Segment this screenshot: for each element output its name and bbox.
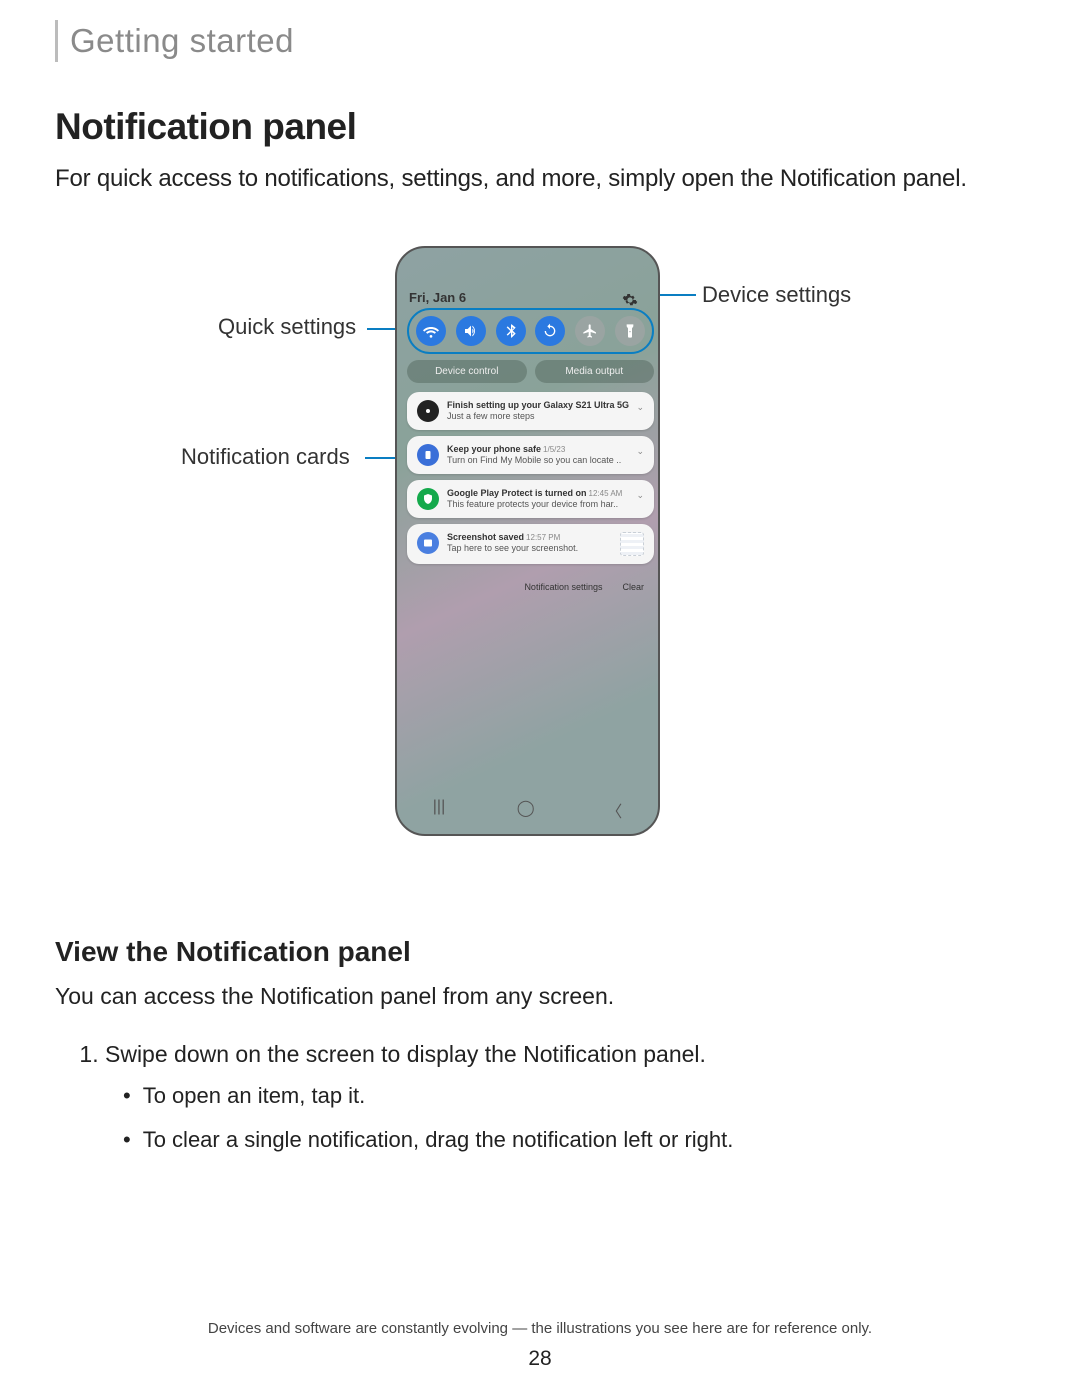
card-title: Google Play Protect is turned on [447, 488, 587, 498]
intro-paragraph: For quick access to notifications, setti… [55, 162, 1025, 196]
sound-icon[interactable] [456, 316, 486, 346]
card-subtitle: This feature protects your device from h… [447, 499, 644, 509]
clear-link[interactable]: Clear [622, 582, 644, 592]
card-title: Finish setting up your Galaxy S21 Ultra … [447, 400, 644, 411]
gear-icon [417, 400, 439, 422]
phone-shield-icon [417, 444, 439, 466]
steps-list: Swipe down on the screen to display the … [55, 1037, 1025, 1158]
sub-list: To open an item, tap it. To clear a sing… [105, 1077, 1025, 1158]
diagram: Device settings Quick settings Notificat… [55, 246, 1025, 896]
control-pills: Device control Media output [407, 360, 654, 383]
breadcrumb: Getting started [55, 20, 1025, 62]
card-subtitle: Turn on Find My Mobile so you can locate… [447, 455, 644, 465]
leader-line [367, 328, 396, 330]
step-text: Swipe down on the screen to display the … [105, 1041, 706, 1067]
quick-settings-row [407, 308, 654, 354]
page-title: Notification panel [55, 106, 1025, 148]
card-subtitle: Tap here to see your screenshot. [447, 543, 612, 553]
chevron-down-icon[interactable]: ⌄ [636, 402, 644, 413]
wifi-icon[interactable] [416, 316, 446, 346]
gear-icon[interactable] [622, 292, 638, 308]
notification-card[interactable]: Google Play Protect is turned on12:45 AM… [407, 480, 654, 518]
list-item: Swipe down on the screen to display the … [105, 1037, 1025, 1158]
image-icon [417, 532, 439, 554]
card-meta: 12:57 PM [526, 533, 560, 542]
screenshot-thumbnail[interactable] [620, 532, 644, 556]
recents-icon[interactable]: ||| [433, 798, 445, 822]
notification-settings-link[interactable]: Notification settings [524, 582, 602, 592]
flashlight-icon[interactable] [615, 316, 645, 346]
card-title: Screenshot saved [447, 532, 524, 542]
bluetooth-icon[interactable] [496, 316, 526, 346]
airplane-icon[interactable] [575, 316, 605, 346]
notification-card[interactable]: Screenshot saved12:57 PM Tap here to see… [407, 524, 654, 564]
nav-bar: ||| ◯ 〈 [397, 798, 658, 822]
chevron-down-icon[interactable]: ⌄ [636, 490, 644, 501]
notification-card[interactable]: Keep your phone safe1/5/23 Turn on Find … [407, 436, 654, 474]
callout-notification-cards: Notification cards [181, 444, 350, 470]
home-icon[interactable]: ◯ [517, 798, 535, 822]
list-item: To open an item, tap it. [123, 1077, 1025, 1114]
media-output-button[interactable]: Media output [535, 360, 655, 383]
callout-quick-settings: Quick settings [218, 314, 356, 340]
breadcrumb-text: Getting started [70, 22, 294, 59]
notification-card[interactable]: Finish setting up your Galaxy S21 Ultra … [407, 392, 654, 430]
card-title: Keep your phone safe [447, 444, 541, 454]
page-number: 28 [0, 1347, 1080, 1371]
notification-cards: Finish setting up your Galaxy S21 Ultra … [407, 392, 654, 564]
callout-device-settings: Device settings [702, 282, 851, 308]
section-body: You can access the Notification panel fr… [55, 980, 1025, 1013]
notification-footer: Notification settings Clear [524, 582, 644, 592]
phone-frame: Fri, Jan 6 Device control Media output F… [395, 246, 660, 836]
card-meta: 12:45 AM [589, 489, 623, 498]
card-subtitle: Just a few more steps [447, 411, 644, 421]
back-icon[interactable]: 〈 [606, 798, 622, 822]
shield-icon [417, 488, 439, 510]
disclaimer: Devices and software are constantly evol… [0, 1320, 1080, 1337]
section-heading: View the Notification panel [55, 936, 1025, 968]
list-item: To clear a single notification, drag the… [123, 1121, 1025, 1158]
device-control-button[interactable]: Device control [407, 360, 527, 383]
rotate-icon[interactable] [535, 316, 565, 346]
card-meta: 1/5/23 [543, 445, 565, 454]
chevron-down-icon[interactable]: ⌄ [636, 446, 644, 457]
status-date: Fri, Jan 6 [409, 290, 646, 305]
